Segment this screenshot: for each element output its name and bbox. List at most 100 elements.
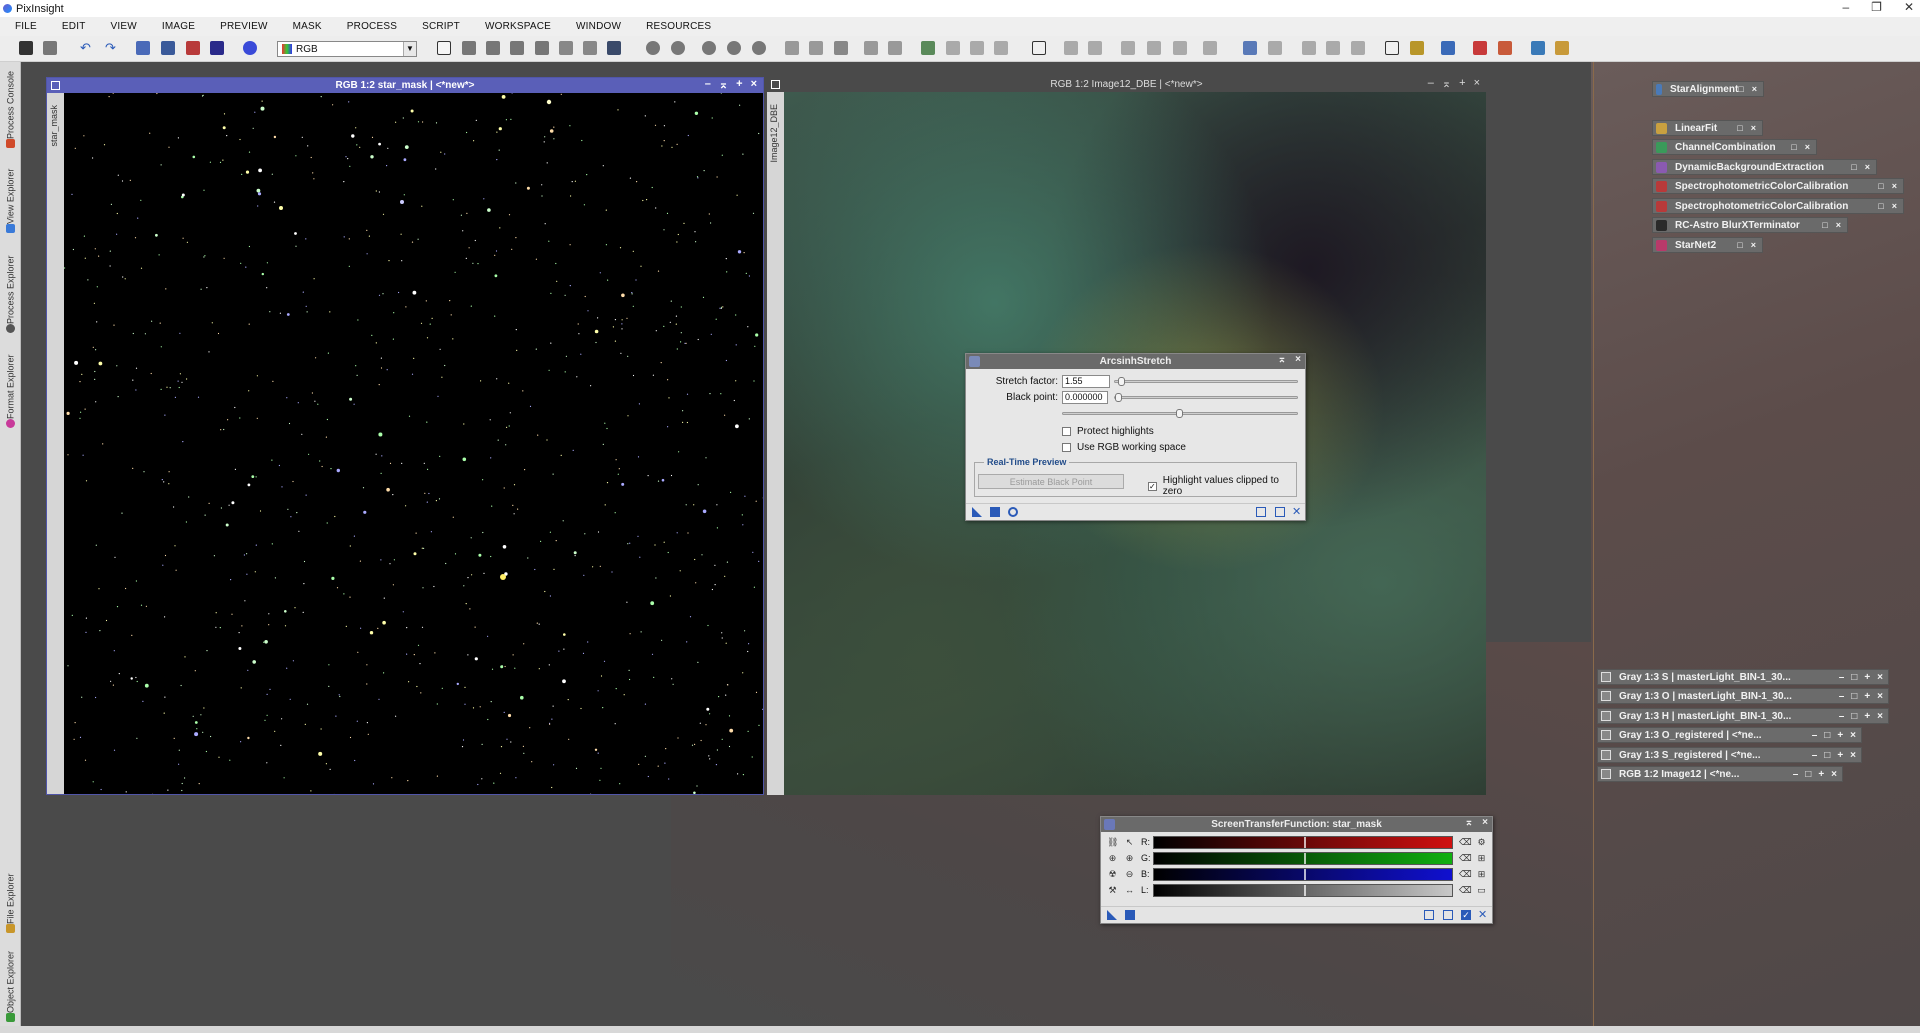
menu-preview[interactable]: PREVIEW [220, 21, 268, 32]
close-icon[interactable]: × [1850, 730, 1856, 741]
reset-channel-icon[interactable]: ⌫ [1459, 869, 1472, 880]
redo-icon[interactable]: ↷ [105, 41, 119, 55]
tab-process-console[interactable]: Process Console [2, 62, 19, 152]
clone-icon[interactable] [161, 41, 175, 55]
zoom-out-icon[interactable]: ⊖ [1124, 869, 1135, 880]
maximize-icon[interactable]: + [1818, 769, 1824, 780]
color-icon[interactable] [243, 41, 257, 55]
open-icon[interactable] [43, 41, 57, 55]
workspace4-icon[interactable] [1473, 41, 1487, 55]
zoom-in-icon[interactable] [646, 41, 660, 55]
menu-window[interactable]: WINDOW [576, 21, 621, 32]
minimize-icon[interactable]: – [1428, 77, 1434, 90]
restore-icon[interactable]: □ [1878, 181, 1883, 191]
iconized-image-window[interactable]: Gray 1:3 S_registered | <*ne... – □ + × [1597, 747, 1862, 763]
layout3-icon[interactable] [1302, 41, 1316, 55]
stf-icon[interactable] [607, 41, 621, 55]
slider-handle[interactable] [1115, 393, 1122, 402]
tab-format-explorer[interactable]: Format Explorer [2, 342, 19, 432]
duplicate-icon[interactable] [136, 41, 150, 55]
close-icon[interactable]: × [751, 78, 757, 91]
wrench-icon[interactable]: ⚒ [1107, 885, 1118, 896]
tab-file-explorer[interactable]: File Explorer [2, 862, 19, 937]
maximize-icon[interactable]: + [1459, 77, 1465, 90]
select-icon[interactable] [486, 41, 500, 55]
zoom-fit-icon[interactable] [462, 41, 476, 55]
monitor-icon[interactable]: ▭ [1476, 885, 1487, 896]
shrink-icon[interactable] [809, 41, 823, 55]
restore-icon[interactable]: □ [1737, 240, 1742, 250]
minimize-icon[interactable]: – [705, 78, 711, 91]
image-window-star-mask[interactable]: RGB 1:2 star_mask | <*new*> – ⌅ + × star_ma… [46, 77, 764, 795]
tab-view-explorer[interactable]: View Explorer [2, 157, 19, 237]
maximize-icon[interactable]: + [1864, 691, 1870, 702]
apply-icon[interactable] [990, 507, 1000, 517]
menu-view[interactable]: VIEW [111, 21, 137, 32]
close-icon[interactable]: × [1865, 162, 1870, 172]
shade-icon[interactable]: ⌅ [1465, 817, 1473, 828]
minimize-icon[interactable]: – [1812, 750, 1818, 761]
close-icon[interactable]: × [1474, 77, 1480, 90]
midtones-marker[interactable] [1304, 869, 1306, 880]
view-mode-icon[interactable] [864, 41, 878, 55]
reset-channel-icon[interactable]: ⌫ [1459, 853, 1472, 864]
close-icon[interactable]: × [1836, 220, 1841, 230]
midtones-marker[interactable] [1304, 837, 1306, 848]
menu-process[interactable]: PROCESS [347, 21, 397, 32]
restore-icon[interactable]: □ [1824, 750, 1830, 761]
color-mode-select[interactable]: RGB ▼ [277, 41, 417, 57]
mask-mode-icon[interactable] [1147, 41, 1161, 55]
maximize-icon[interactable]: + [1837, 730, 1843, 741]
restore-icon[interactable]: □ [1851, 162, 1856, 172]
move-icon[interactable] [510, 41, 524, 55]
estimate-black-point-button[interactable]: Estimate Black Point [978, 474, 1124, 489]
mask-mode3-icon[interactable] [1203, 41, 1217, 55]
preview-icon[interactable] [583, 41, 597, 55]
view-mode2-icon[interactable] [888, 41, 902, 55]
dialog-titlebar[interactable]: ArcsinhStretch ⌅ × [966, 354, 1305, 369]
menu-resources[interactable]: RESOURCES [646, 21, 711, 32]
menu-edit[interactable]: EDIT [62, 21, 86, 32]
black-point-input[interactable]: 0.000000 [1062, 391, 1108, 404]
image-canvas-star-mask[interactable] [64, 93, 763, 794]
apply-icon[interactable] [1125, 910, 1135, 920]
restore-icon[interactable]: □ [1878, 201, 1883, 211]
layout2-icon[interactable] [1268, 41, 1282, 55]
process-icon-item[interactable]: SpectrophotometricColorCalibration □ × [1652, 198, 1904, 214]
close-icon[interactable]: × [1831, 769, 1837, 780]
slider-handle[interactable] [1175, 409, 1183, 418]
checkbox-box[interactable] [1062, 443, 1071, 452]
track-view-icon[interactable] [1275, 507, 1285, 517]
layout5-icon[interactable] [1351, 41, 1365, 55]
checkbox-box[interactable] [1062, 427, 1071, 436]
restore-icon[interactable]: □ [1824, 730, 1830, 741]
image-icon[interactable] [186, 41, 200, 55]
reset-channel-icon[interactable]: ⌫ [1459, 885, 1472, 896]
process-icon-item[interactable]: LinearFit □ × [1652, 120, 1763, 136]
real-time-preview-icon[interactable] [1008, 507, 1018, 517]
tab-process-explorer[interactable]: Process Explorer [2, 242, 19, 337]
checkmark-icon[interactable]: ✓ [1461, 910, 1471, 920]
midtones-marker[interactable] [1304, 885, 1306, 896]
stretch-factor-slider[interactable] [1114, 377, 1298, 386]
workspace6-icon[interactable] [1531, 41, 1545, 55]
close-icon[interactable]: × [1877, 672, 1883, 683]
maximize-icon[interactable]: + [1864, 711, 1870, 722]
stf-channel-slider[interactable] [1153, 868, 1453, 881]
close-icon[interactable]: × [1751, 240, 1756, 250]
close-icon[interactable]: × [1752, 84, 1757, 94]
browse-doc-icon[interactable] [1424, 910, 1434, 920]
iconized-image-window[interactable]: Gray 1:3 O_registered | <*ne... – □ + × [1597, 727, 1862, 743]
close-icon[interactable]: × [1892, 181, 1897, 191]
mask-icon[interactable] [210, 41, 224, 55]
restore-icon[interactable]: □ [1738, 84, 1743, 94]
menu-mask[interactable]: MASK [293, 21, 322, 32]
restore-icon[interactable]: □ [1791, 142, 1796, 152]
process-icon-item[interactable]: ChannelCombination □ × [1652, 139, 1817, 155]
process-icon-item[interactable]: StarAlignment □ × [1652, 81, 1764, 97]
restore-icon[interactable]: □ [1851, 672, 1857, 683]
arrows-icon[interactable]: ↔ [1124, 885, 1135, 896]
black-point-slider[interactable] [1114, 393, 1298, 402]
iconized-image-window[interactable]: Gray 1:3 O | masterLight_BIN-1_30... – □ + × [1597, 688, 1889, 704]
zoom-1-1-icon[interactable] [702, 41, 716, 55]
